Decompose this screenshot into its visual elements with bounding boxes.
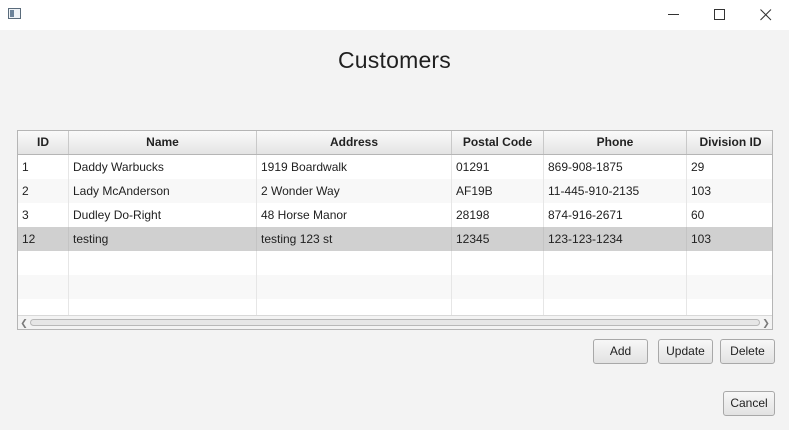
update-button[interactable]: Update bbox=[658, 339, 713, 364]
title-bar bbox=[0, 0, 789, 30]
scrollbar-thumb[interactable] bbox=[30, 319, 760, 326]
minimize-icon bbox=[668, 14, 679, 15]
cell-address: 48 Horse Manor bbox=[257, 203, 452, 227]
close-button[interactable] bbox=[743, 0, 789, 30]
cell-phone: 11-445-910-2135 bbox=[544, 179, 687, 203]
add-button[interactable]: Add bbox=[593, 339, 648, 364]
cell-phone: 123-123-1234 bbox=[544, 227, 687, 251]
cell-division-id: 60 bbox=[691, 208, 705, 222]
cell-id: 2 bbox=[18, 179, 69, 203]
cell-name: Daddy Warbucks bbox=[69, 155, 257, 179]
cell-division-id: 103 bbox=[691, 232, 712, 246]
column-header-division-id[interactable]: Division ID bbox=[687, 131, 772, 154]
scroll-left-icon[interactable]: ❮ bbox=[19, 317, 29, 329]
table-row[interactable]: 1 Daddy Warbucks 1919 Boardwalk 01291 86… bbox=[18, 155, 772, 179]
cell-id: 12 bbox=[18, 227, 69, 251]
column-header-id[interactable]: ID bbox=[18, 131, 69, 154]
cancel-button[interactable]: Cancel bbox=[723, 391, 775, 416]
cell-division-id: 29 bbox=[691, 160, 705, 174]
cell-address: 1919 Boardwalk bbox=[257, 155, 452, 179]
column-header-postal-code[interactable]: Postal Code bbox=[452, 131, 544, 154]
horizontal-scrollbar[interactable]: ❮ ❯ bbox=[18, 315, 772, 329]
delete-button[interactable]: Delete bbox=[720, 339, 775, 364]
cell-name: Dudley Do-Right bbox=[69, 203, 257, 227]
cell-id: 3 bbox=[18, 203, 69, 227]
column-header-phone[interactable]: Phone bbox=[544, 131, 687, 154]
cell-postal-code: 28198 bbox=[452, 203, 544, 227]
cell-phone: 874-916-2671 bbox=[544, 203, 687, 227]
cell-postal-code: 12345 bbox=[452, 227, 544, 251]
app-window-icon bbox=[8, 8, 21, 19]
table-row-selected[interactable]: 12 testing testing 123 st 12345 123-123-… bbox=[18, 227, 772, 251]
close-icon bbox=[760, 9, 772, 21]
page-title: Customers bbox=[338, 47, 451, 73]
cell-postal-code: AF19B bbox=[452, 179, 544, 203]
table-row-empty[interactable] bbox=[18, 275, 772, 299]
scroll-right-icon[interactable]: ❯ bbox=[761, 317, 771, 329]
cell-address: 2 Wonder Way bbox=[257, 179, 452, 203]
table-header: ID Name Address Postal Code Phone Divisi… bbox=[18, 131, 772, 155]
minimize-button[interactable] bbox=[651, 0, 697, 30]
cell-division-id: 103 bbox=[691, 184, 712, 198]
table-row[interactable]: 3 Dudley Do-Right 48 Horse Manor 28198 8… bbox=[18, 203, 772, 227]
maximize-icon bbox=[714, 9, 725, 20]
cell-name: Lady McAnderson bbox=[69, 179, 257, 203]
column-header-name[interactable]: Name bbox=[69, 131, 257, 154]
table-row-empty[interactable] bbox=[18, 251, 772, 275]
cell-postal-code: 01291 bbox=[452, 155, 544, 179]
cell-phone: 869-908-1875 bbox=[544, 155, 687, 179]
column-header-address[interactable]: Address bbox=[257, 131, 452, 154]
maximize-button[interactable] bbox=[697, 0, 743, 30]
table-row[interactable]: 2 Lady McAnderson 2 Wonder Way AF19B 11-… bbox=[18, 179, 772, 203]
customers-table[interactable]: ID Name Address Postal Code Phone Divisi… bbox=[17, 130, 773, 330]
cell-address: testing 123 st bbox=[257, 227, 452, 251]
cell-id: 1 bbox=[18, 155, 69, 179]
cell-name: testing bbox=[69, 227, 257, 251]
